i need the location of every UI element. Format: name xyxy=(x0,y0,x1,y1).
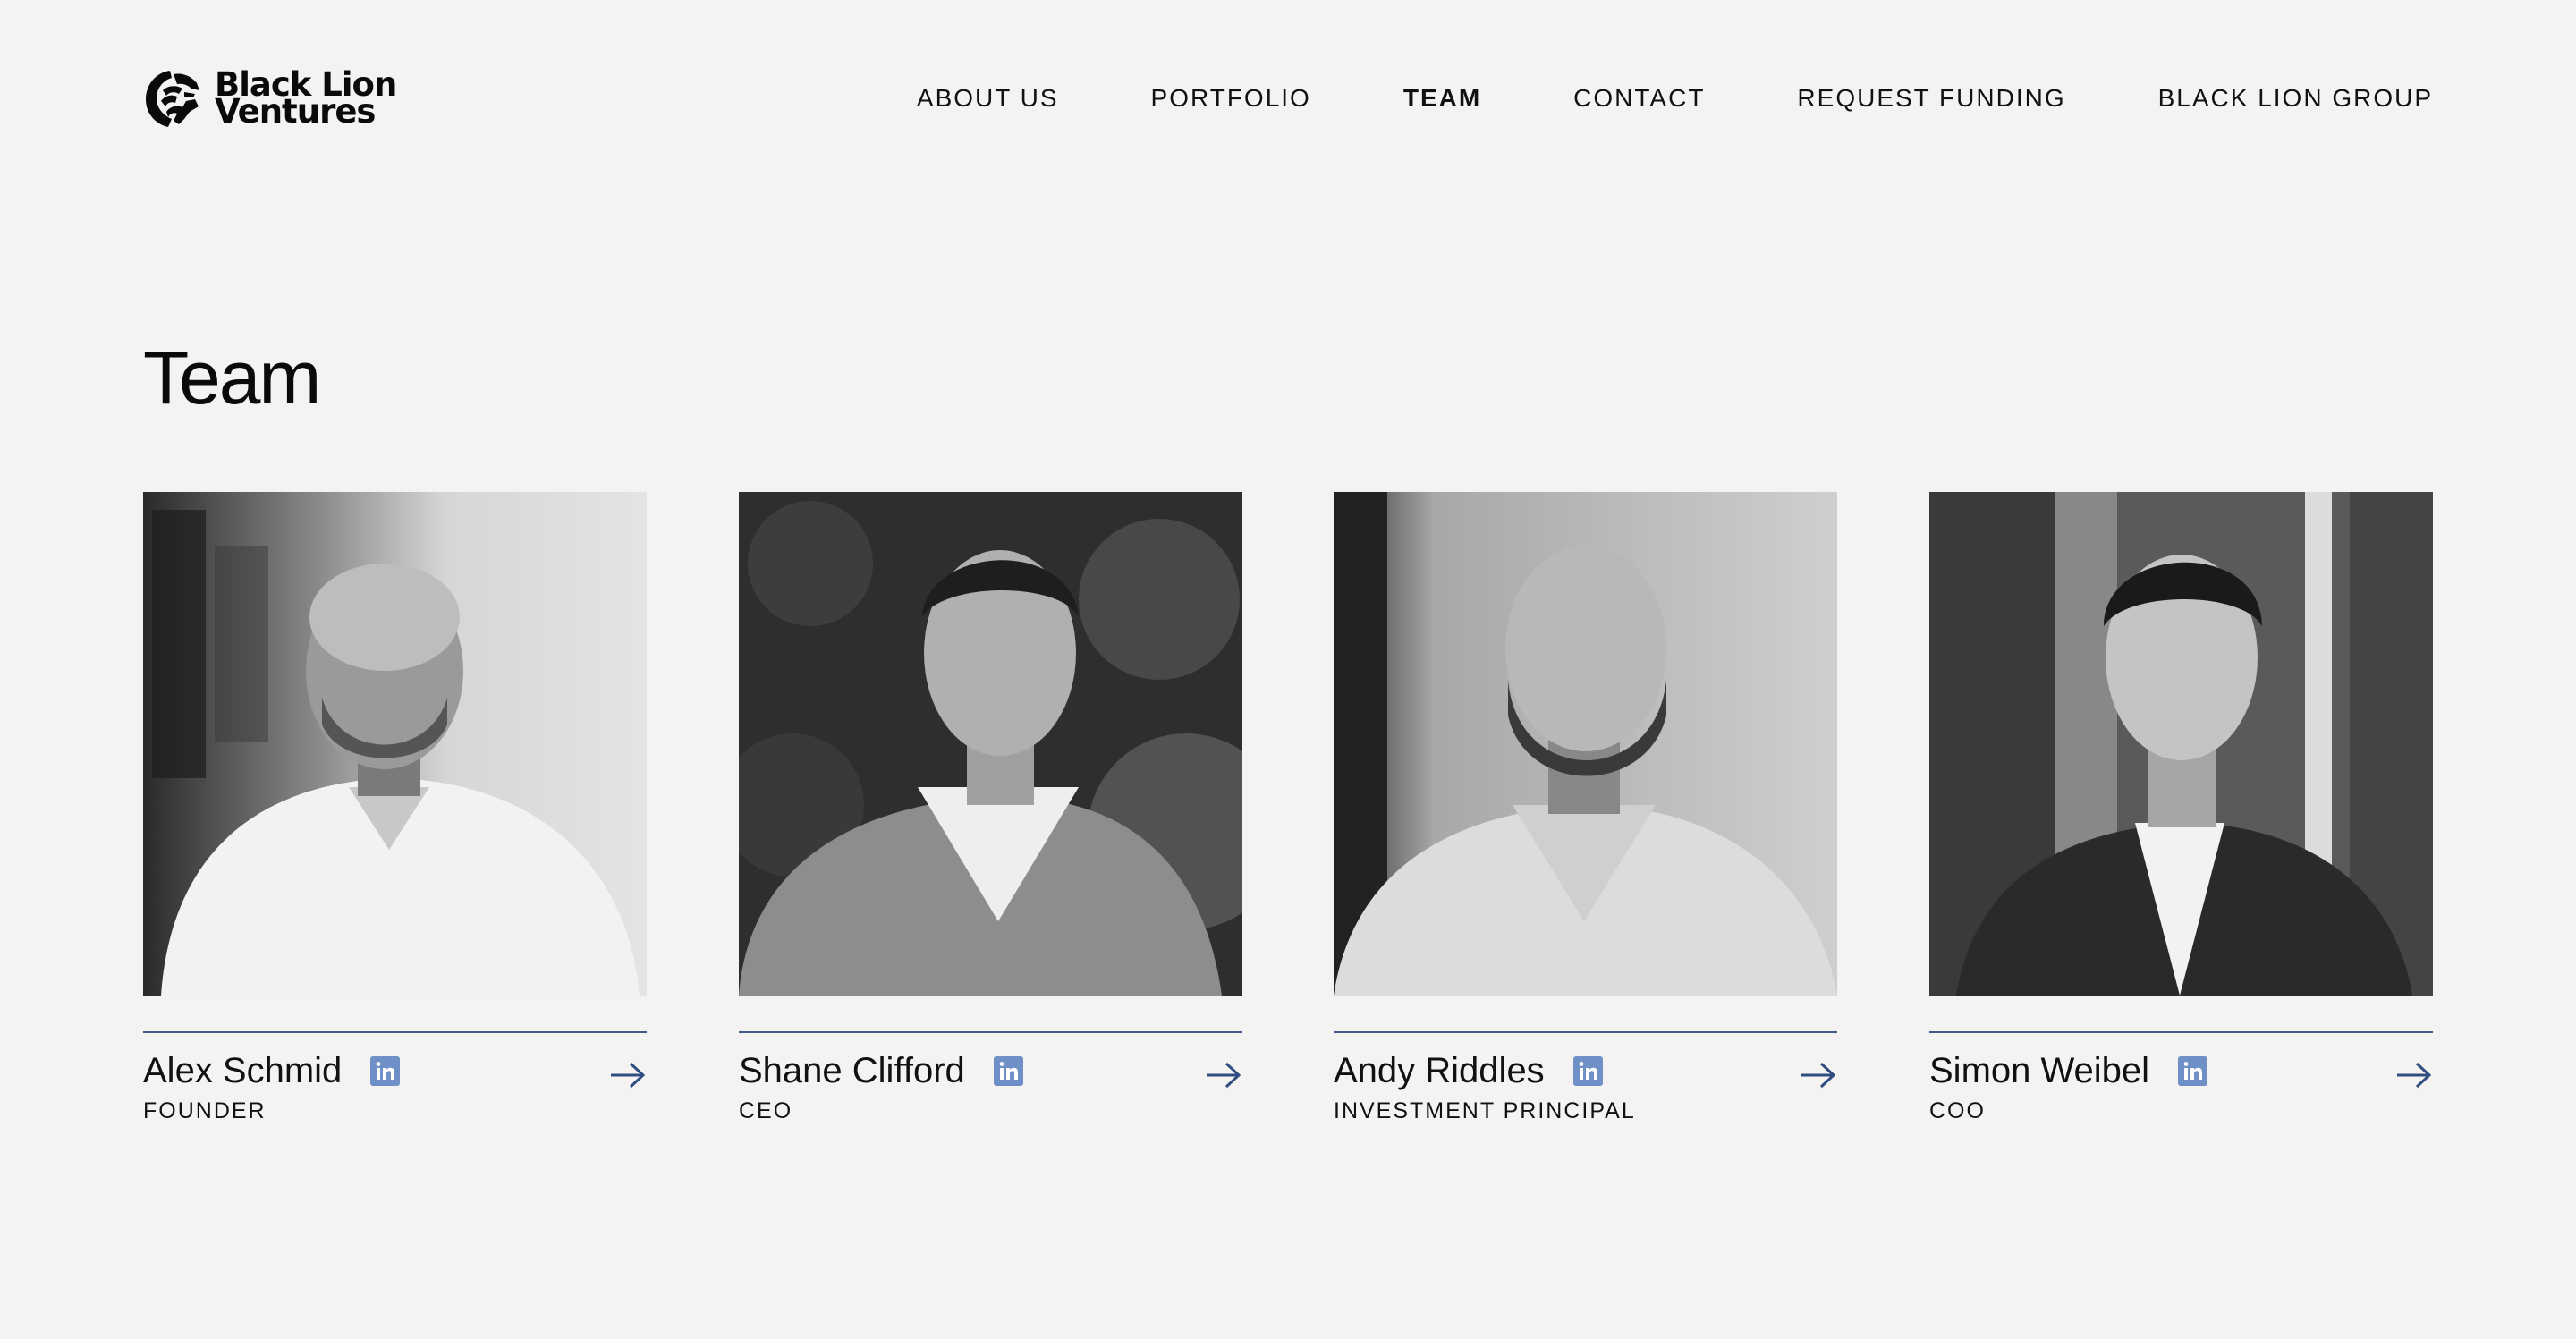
arrow-right-icon[interactable] xyxy=(1205,1060,1242,1090)
arrow-right-icon[interactable] xyxy=(609,1060,647,1090)
name-row: Andy Riddles xyxy=(1334,1051,1603,1091)
main-nav: ABOUT US PORTFOLIO TEAM CONTACT REQUEST … xyxy=(917,63,2433,134)
team-member-photo[interactable] xyxy=(1929,492,2433,996)
member-name[interactable]: Alex Schmid xyxy=(143,1051,342,1091)
arrow-right-icon[interactable] xyxy=(2395,1060,2433,1090)
nav-black-lion-group[interactable]: BLACK LION GROUP xyxy=(2158,84,2433,113)
team-card[interactable]: Alex Schmid FOUNDER xyxy=(143,492,647,1131)
member-role: COO xyxy=(1929,1098,1986,1123)
member-role: FOUNDER xyxy=(143,1098,267,1123)
team-member-photo[interactable] xyxy=(1334,492,1837,996)
card-body: Andy Riddles INVESTMENT PRINCIPAL xyxy=(1334,1033,1837,1131)
card-body: Simon Weibel COO xyxy=(1929,1033,2433,1131)
linkedin-icon[interactable] xyxy=(2178,1056,2208,1086)
brand-logo[interactable]: Black Lion Ventures xyxy=(143,63,397,134)
team-card[interactable]: Simon Weibel COO xyxy=(1929,492,2433,1131)
member-name[interactable]: Shane Clifford xyxy=(739,1051,965,1091)
team-member-photo[interactable] xyxy=(143,492,647,996)
arrow-right-icon[interactable] xyxy=(1800,1060,1837,1090)
site-header: Black Lion Ventures ABOUT US PORTFOLIO T… xyxy=(143,63,2433,134)
member-name[interactable]: Andy Riddles xyxy=(1334,1051,1545,1091)
brand-name-line2: Ventures xyxy=(215,92,376,131)
nav-about-us[interactable]: ABOUT US xyxy=(917,84,1059,113)
lion-logo-icon xyxy=(146,71,199,127)
linkedin-icon[interactable] xyxy=(370,1056,401,1086)
name-row: Alex Schmid xyxy=(143,1051,401,1091)
linkedin-icon[interactable] xyxy=(1572,1056,1603,1086)
nav-request-funding[interactable]: REQUEST FUNDING xyxy=(1797,84,2065,113)
member-name[interactable]: Simon Weibel xyxy=(1929,1051,2149,1091)
member-role: CEO xyxy=(739,1098,793,1123)
linkedin-icon[interactable] xyxy=(993,1056,1023,1086)
nav-contact[interactable]: CONTACT xyxy=(1573,84,1705,113)
nav-portfolio[interactable]: PORTFOLIO xyxy=(1151,84,1311,113)
page-title: Team xyxy=(143,335,321,419)
brand-name: Black Lion Ventures xyxy=(215,68,397,131)
team-grid: Alex Schmid FOUNDER Shane Clifford CEO A… xyxy=(143,492,2433,1136)
name-row: Simon Weibel xyxy=(1929,1051,2208,1091)
team-card[interactable]: Shane Clifford CEO xyxy=(739,492,1242,1131)
name-row: Shane Clifford xyxy=(739,1051,1023,1091)
team-card[interactable]: Andy Riddles INVESTMENT PRINCIPAL xyxy=(1334,492,1837,1131)
team-member-photo[interactable] xyxy=(739,492,1242,996)
card-body: Alex Schmid FOUNDER xyxy=(143,1033,647,1131)
member-role: INVESTMENT PRINCIPAL xyxy=(1334,1098,1636,1123)
nav-team[interactable]: TEAM xyxy=(1403,84,1481,113)
card-body: Shane Clifford CEO xyxy=(739,1033,1242,1131)
